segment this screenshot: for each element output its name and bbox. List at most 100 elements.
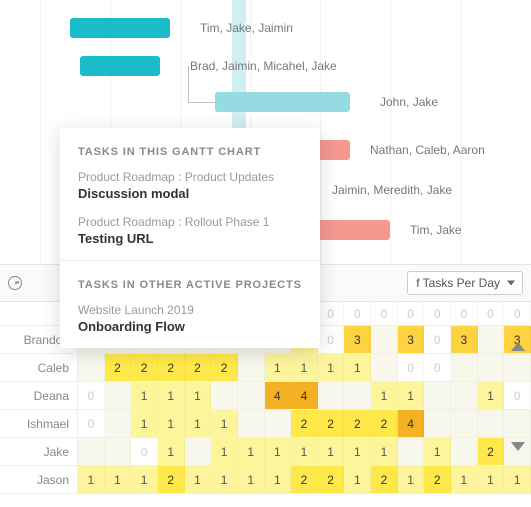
workload-cell[interactable]: 0 bbox=[424, 354, 451, 381]
person-name[interactable]: Ishmael bbox=[0, 410, 78, 437]
workload-cell[interactable]: 4 bbox=[291, 382, 318, 409]
workload-cell[interactable]: 2 bbox=[291, 410, 318, 437]
workload-cell[interactable]: 2 bbox=[318, 466, 345, 493]
workload-cell[interactable] bbox=[238, 354, 265, 381]
workload-cell[interactable]: 0 bbox=[504, 382, 531, 409]
workload-cell[interactable]: 1 bbox=[265, 354, 292, 381]
workload-cell[interactable]: 1 bbox=[424, 438, 451, 465]
workload-cell[interactable]: 2 bbox=[371, 410, 398, 437]
workload-cell[interactable]: 2 bbox=[478, 438, 505, 465]
workload-cell[interactable]: 0 bbox=[424, 326, 451, 353]
workload-cell[interactable] bbox=[318, 382, 345, 409]
workload-cell[interactable]: 1 bbox=[504, 466, 531, 493]
workload-cell[interactable]: 1 bbox=[105, 466, 132, 493]
workload-cell[interactable]: 0 bbox=[78, 410, 105, 437]
workload-cell[interactable]: 2 bbox=[344, 410, 371, 437]
workload-cell[interactable]: 1 bbox=[131, 410, 158, 437]
workload-cell[interactable]: 3 bbox=[398, 326, 425, 353]
workload-cell[interactable]: 1 bbox=[344, 438, 371, 465]
workload-cell[interactable]: 1 bbox=[131, 382, 158, 409]
workload-cell[interactable]: 2 bbox=[371, 466, 398, 493]
workload-cell[interactable]: 1 bbox=[158, 438, 185, 465]
person-name[interactable]: Deana bbox=[0, 382, 78, 409]
workload-cell[interactable]: 2 bbox=[211, 354, 238, 381]
workload-cell[interactable] bbox=[398, 438, 425, 465]
workload-cell[interactable] bbox=[105, 382, 132, 409]
workload-cell[interactable]: 0 bbox=[318, 326, 345, 353]
workload-cell[interactable]: 1 bbox=[211, 410, 238, 437]
workload-cell[interactable]: 2 bbox=[105, 354, 132, 381]
workload-cell[interactable]: 1 bbox=[291, 354, 318, 381]
workload-cell[interactable]: 1 bbox=[265, 466, 292, 493]
workload-cell[interactable]: 2 bbox=[185, 354, 212, 381]
workload-cell[interactable] bbox=[424, 382, 451, 409]
workload-cell[interactable] bbox=[265, 410, 292, 437]
workload-cell[interactable] bbox=[78, 354, 105, 381]
workload-cell[interactable]: 1 bbox=[185, 382, 212, 409]
workload-metric-dropdown[interactable]: f Tasks Per Day bbox=[407, 271, 523, 295]
workload-cell[interactable]: 1 bbox=[265, 438, 292, 465]
workload-cell[interactable] bbox=[185, 438, 212, 465]
workload-cell[interactable]: 2 bbox=[318, 410, 345, 437]
workload-cell[interactable]: 1 bbox=[78, 466, 105, 493]
workload-cell[interactable]: 0 bbox=[78, 382, 105, 409]
person-name[interactable]: Jake bbox=[0, 438, 78, 465]
workload-cell[interactable]: 1 bbox=[371, 382, 398, 409]
workload-cell[interactable]: 2 bbox=[424, 466, 451, 493]
workload-cell[interactable]: 1 bbox=[291, 438, 318, 465]
workload-cell[interactable]: 1 bbox=[131, 466, 158, 493]
person-name[interactable]: Jason bbox=[0, 466, 78, 493]
workload-cell[interactable]: 2 bbox=[131, 354, 158, 381]
workload-cell[interactable] bbox=[478, 354, 505, 381]
workload-cell[interactable]: 2 bbox=[158, 354, 185, 381]
scroll-down-icon[interactable] bbox=[511, 442, 525, 451]
workload-cell[interactable] bbox=[211, 382, 238, 409]
workload-cell[interactable] bbox=[238, 410, 265, 437]
workload-cell[interactable]: 2 bbox=[291, 466, 318, 493]
workload-cell[interactable] bbox=[451, 410, 478, 437]
workload-cell[interactable] bbox=[504, 354, 531, 381]
workload-cell[interactable]: 2 bbox=[158, 466, 185, 493]
workload-cell[interactable]: 1 bbox=[318, 354, 345, 381]
workload-cell[interactable]: 3 bbox=[451, 326, 478, 353]
workload-cell[interactable]: 1 bbox=[211, 466, 238, 493]
workload-cell[interactable]: 0 bbox=[131, 438, 158, 465]
gantt-bar[interactable] bbox=[70, 18, 170, 38]
workload-cell[interactable] bbox=[478, 410, 505, 437]
workload-cell[interactable]: 1 bbox=[158, 382, 185, 409]
tooltip-task-entry[interactable]: Product Roadmap : Product UpdatesDiscuss… bbox=[78, 170, 302, 201]
workload-cell[interactable]: 1 bbox=[238, 438, 265, 465]
workload-cell[interactable] bbox=[451, 354, 478, 381]
gantt-bar[interactable] bbox=[308, 220, 390, 240]
workload-cell[interactable]: 1 bbox=[398, 382, 425, 409]
scroll-up-icon[interactable] bbox=[511, 342, 525, 351]
workload-cell[interactable] bbox=[105, 410, 132, 437]
workload-cell[interactable]: 1 bbox=[185, 466, 212, 493]
workload-cell[interactable] bbox=[504, 410, 531, 437]
gantt-bar[interactable] bbox=[215, 92, 350, 112]
workload-cell[interactable]: 1 bbox=[185, 410, 212, 437]
workload-cell[interactable]: 1 bbox=[158, 410, 185, 437]
workload-cell[interactable]: 4 bbox=[398, 410, 425, 437]
gantt-bar[interactable] bbox=[80, 56, 160, 76]
workload-cell[interactable]: 1 bbox=[344, 466, 371, 493]
workload-cell[interactable]: 4 bbox=[265, 382, 292, 409]
workload-cell[interactable] bbox=[478, 326, 505, 353]
workload-cell[interactable] bbox=[371, 326, 398, 353]
tooltip-task-entry[interactable]: Product Roadmap : Rollout Phase 1Testing… bbox=[78, 215, 302, 246]
workload-cell[interactable]: 1 bbox=[371, 438, 398, 465]
workload-cell[interactable] bbox=[451, 382, 478, 409]
workload-cell[interactable]: 1 bbox=[451, 466, 478, 493]
workload-cell[interactable] bbox=[105, 438, 132, 465]
tooltip-task-entry[interactable]: Website Launch 2019Onboarding Flow bbox=[78, 303, 302, 334]
workload-cell[interactable]: 0 bbox=[398, 354, 425, 381]
workload-cell[interactable] bbox=[424, 410, 451, 437]
workload-cell[interactable]: 1 bbox=[398, 466, 425, 493]
workload-cell[interactable]: 1 bbox=[211, 438, 238, 465]
workload-cell[interactable]: 3 bbox=[344, 326, 371, 353]
workload-cell[interactable]: 1 bbox=[344, 354, 371, 381]
workload-cell[interactable]: 1 bbox=[318, 438, 345, 465]
workload-cell[interactable]: 1 bbox=[478, 466, 505, 493]
workload-cell[interactable]: 1 bbox=[478, 382, 505, 409]
workload-cell[interactable] bbox=[451, 438, 478, 465]
